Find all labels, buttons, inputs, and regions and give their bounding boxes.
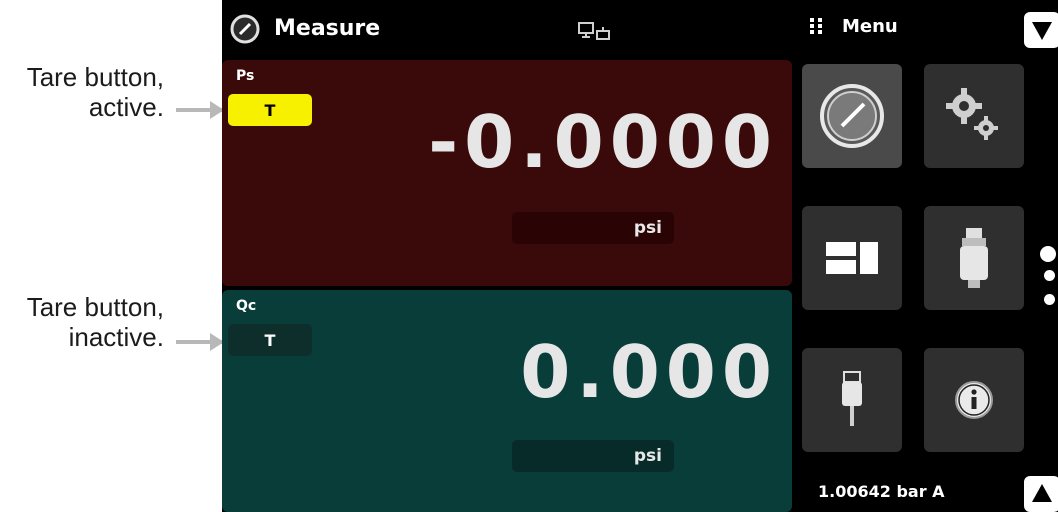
arrow-icon xyxy=(176,101,224,119)
pressure-reading: -0.0000 xyxy=(428,100,778,184)
usb-tile[interactable] xyxy=(802,348,902,452)
callout-line: Tare button, xyxy=(26,62,164,92)
arrow-icon xyxy=(176,333,224,351)
menu-label: Menu xyxy=(842,16,898,37)
chevron-up-icon xyxy=(1032,484,1052,502)
callout-tare-active: Tare button, active. xyxy=(27,62,164,122)
scroll-up-button[interactable] xyxy=(1024,476,1058,512)
transducer-icon xyxy=(960,228,988,288)
gauge-icon xyxy=(230,14,260,44)
remote-connection-icon xyxy=(578,22,610,40)
display-layout-icon xyxy=(826,242,878,274)
chevron-down-icon xyxy=(1032,22,1052,40)
info-tile[interactable] xyxy=(924,348,1024,452)
channel-label: Qc xyxy=(236,298,257,314)
device-screen: Measure Menu Ps T -0.0000 psi Qc T 0.000… xyxy=(222,0,1058,512)
barometer-reading: 1.00642 bar A xyxy=(818,482,945,501)
unit-selector[interactable]: psi xyxy=(512,440,674,472)
menu-grid-icon xyxy=(810,18,826,34)
callout-tare-inactive: Tare button, inactive. xyxy=(27,292,164,352)
top-bar: Measure Menu xyxy=(222,0,1058,58)
usb-icon xyxy=(842,371,862,426)
scroll-down-button[interactable] xyxy=(1024,12,1058,48)
info-icon xyxy=(955,381,993,419)
page-title: Measure xyxy=(274,16,381,41)
callout-line: inactive. xyxy=(68,322,164,352)
channel-label: Ps xyxy=(236,68,255,84)
channel-ps-panel[interactable]: Ps T -0.0000 psi xyxy=(222,60,792,286)
tare-button-active[interactable]: T xyxy=(228,94,312,126)
menu-button[interactable]: Menu xyxy=(810,16,898,37)
settings-gears-icon xyxy=(946,88,998,140)
unit-selector[interactable]: psi xyxy=(512,212,674,244)
gauge-icon xyxy=(820,84,884,148)
transducer-tile[interactable] xyxy=(924,206,1024,310)
tare-button-inactive[interactable]: T xyxy=(228,324,312,356)
callout-line: active. xyxy=(88,92,164,122)
channel-qc-panel[interactable]: Qc T 0.000 psi xyxy=(222,290,792,512)
display-tile[interactable] xyxy=(802,206,902,310)
callout-line: Tare button, xyxy=(26,292,164,322)
measure-tile[interactable] xyxy=(802,64,902,168)
settings-tile[interactable] xyxy=(924,64,1024,168)
pressure-reading: 0.000 xyxy=(520,330,778,414)
